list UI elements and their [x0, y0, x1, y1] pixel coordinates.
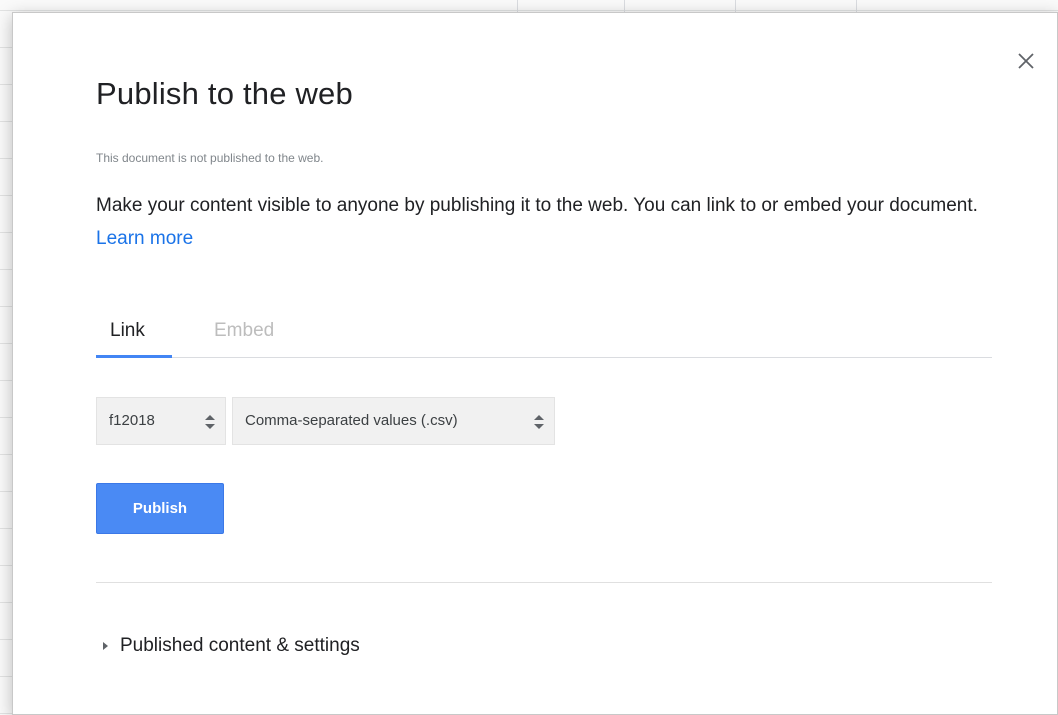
up-down-arrows-icon: [534, 415, 544, 429]
publish-status: This document is not published to the we…: [96, 151, 324, 165]
column-divider: [735, 0, 736, 12]
column-divider: [517, 0, 518, 12]
sheet-select-value: f12018: [109, 412, 155, 429]
tab-embed[interactable]: Embed: [214, 315, 304, 356]
publish-dialog: Publish to the web This document is not …: [12, 12, 1058, 715]
learn-more-link[interactable]: Learn more: [96, 228, 193, 249]
column-divider: [624, 0, 625, 12]
disclosure-label: Published content & settings: [120, 635, 360, 656]
close-icon[interactable]: [1014, 49, 1038, 73]
expand-triangle-icon: [103, 642, 108, 650]
up-down-arrows-icon: [205, 415, 215, 429]
format-select-value: Comma-separated values (.csv): [245, 412, 458, 429]
sheet-select[interactable]: f12018: [96, 397, 226, 445]
description-text: Make your content visible to anyone by p…: [96, 195, 978, 216]
dialog-description: Make your content visible to anyone by p…: [96, 189, 996, 255]
published-content-settings-toggle[interactable]: Published content & settings: [103, 635, 360, 657]
format-select[interactable]: Comma-separated values (.csv): [232, 397, 555, 445]
column-divider: [856, 0, 857, 12]
tab-bar: Link Embed: [96, 315, 992, 358]
dialog-title: Publish to the web: [96, 76, 353, 111]
tab-link-label: Link: [110, 320, 145, 341]
tab-embed-label: Embed: [214, 320, 275, 341]
tab-selected-indicator: [96, 355, 172, 358]
tab-link[interactable]: Link: [96, 315, 172, 358]
section-divider: [96, 582, 992, 583]
publish-button[interactable]: Publish: [96, 483, 224, 534]
